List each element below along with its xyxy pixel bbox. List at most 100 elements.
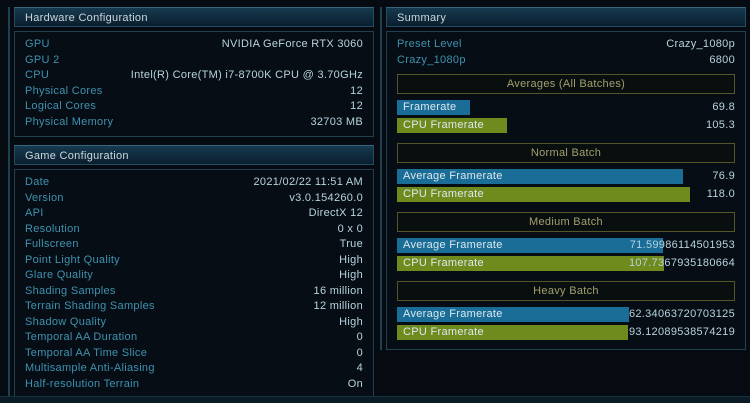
- bar-value: 71.59986114501953: [629, 239, 735, 251]
- game-row-value: True: [339, 238, 363, 250]
- cpu-framerate-bar: CPU Framerate: [397, 118, 507, 133]
- game-row-value: DirectX 12: [308, 207, 363, 219]
- hardware-configuration-header: Hardware Configuration: [14, 7, 374, 27]
- game-row: Multisample Anti-Aliasing 4: [25, 361, 363, 377]
- framerate-bar: Framerate: [397, 100, 470, 115]
- game-row-value: High: [339, 315, 363, 328]
- cpu-framerate-bar: CPU Framerate: [397, 187, 690, 202]
- bar-row-cpu-framerate: CPU Framerate 105.3: [397, 118, 735, 133]
- bar-value: 105.3: [705, 119, 735, 131]
- hardware-game-panel: Hardware Configuration GPU NVIDIA GeForc…: [8, 7, 374, 399]
- game-row-value: 0: [356, 331, 363, 343]
- summary-header: Summary: [386, 7, 746, 27]
- game-row-value: On: [347, 377, 363, 390]
- game-configuration-box: Date 2021/02/22 11:51 AM Version v3.0.15…: [14, 169, 374, 399]
- summary-info-rows: Preset Level Crazy_1080p Crazy_1080p 680…: [397, 37, 735, 68]
- game-row-value: v3.0.154260.0: [289, 191, 363, 204]
- game-row-value: High: [339, 269, 363, 281]
- bar-value: 76.9: [712, 170, 735, 182]
- game-row-label: Terrain Shading Samples: [25, 300, 155, 312]
- hardware-row-label: CPU: [25, 69, 50, 81]
- summary-box: Preset Level Crazy_1080p Crazy_1080p 680…: [386, 31, 746, 350]
- hardware-row: Physical Memory 32703 MB: [25, 115, 363, 131]
- game-row: Resolution 0 x 0: [25, 222, 363, 238]
- game-row-label: Shadow Quality: [25, 315, 107, 328]
- game-row: Terrain Shading Samples 12 million: [25, 299, 363, 315]
- hardware-row-label: Physical Cores: [25, 84, 103, 97]
- hardware-row: GPU NVIDIA GeForce RTX 3060: [25, 37, 363, 53]
- average-framerate-bar: Average Framerate: [397, 169, 683, 184]
- game-row-label: Point Light Quality: [25, 253, 120, 266]
- game-row: Version v3.0.154260.0: [25, 191, 363, 207]
- game-row-value: 0 x 0: [337, 222, 363, 235]
- bar-label: CPU Framerate: [403, 188, 484, 200]
- summary-info-value: Crazy_1080p: [666, 38, 735, 50]
- hardware-row-value: 12: [350, 84, 363, 97]
- hardware-row: GPU 2: [25, 53, 363, 69]
- game-row: Half-resolution Terrain On: [25, 377, 363, 393]
- game-row: API DirectX 12: [25, 206, 363, 222]
- summary-info-row: Crazy_1080p 6800: [397, 53, 735, 69]
- game-row-value: 2021/02/22 11:51 AM: [253, 176, 363, 188]
- game-row-label: Shading Samples: [25, 284, 116, 297]
- game-row: Temporal AA Time Slice 0: [25, 346, 363, 362]
- hardware-configuration-box: GPU NVIDIA GeForce RTX 3060 GPU 2 CPU In…: [14, 31, 374, 137]
- game-configuration-header: Game Configuration: [14, 145, 374, 165]
- averages-all-batches-heading: Averages (All Batches): [397, 74, 735, 94]
- game-row-label: Temporal AA Duration: [25, 331, 138, 343]
- summary-info-label: Preset Level: [397, 38, 462, 50]
- game-row-value: 12 million: [313, 300, 363, 312]
- game-row-label: Date: [25, 176, 50, 188]
- game-row: Glare Quality High: [25, 268, 363, 284]
- hardware-row-value: 32703 MB: [310, 115, 363, 128]
- bar-row-cpu-framerate: CPU Framerate 118.0: [397, 187, 735, 202]
- summary-info-label: Crazy_1080p: [397, 53, 466, 66]
- game-row-label: Resolution: [25, 222, 80, 235]
- hardware-row-label: GPU 2: [25, 53, 60, 66]
- average-framerate-bar: Average Framerate: [397, 238, 663, 253]
- bar-row-framerate: Framerate 69.8: [397, 100, 735, 115]
- normal-batch-heading: Normal Batch: [397, 143, 735, 163]
- bar-row-avg-framerate: Average Framerate 71.59986114501953: [397, 238, 735, 253]
- game-row: Point Light Quality High: [25, 253, 363, 269]
- bar-row-avg-framerate: Average Framerate 76.9: [397, 169, 735, 184]
- hardware-row-value: Intel(R) Core(TM) i7-8700K CPU @ 3.70GHz: [130, 69, 363, 81]
- game-row-label: Temporal AA Time Slice: [25, 346, 148, 359]
- game-row-label: API: [25, 207, 44, 219]
- bar-value: 62.34063720703125: [628, 308, 735, 320]
- game-row-label: Glare Quality: [25, 269, 94, 281]
- hardware-row: Physical Cores 12: [25, 84, 363, 100]
- bar-row-avg-framerate: Average Framerate 62.34063720703125: [397, 307, 735, 322]
- medium-batch-heading: Medium Batch: [397, 212, 735, 232]
- bar-label: Average Framerate: [403, 170, 503, 182]
- bar-value: 93.12089538574219: [628, 326, 735, 338]
- bar-label: CPU Framerate: [403, 326, 484, 338]
- game-row-label: Half-resolution Terrain: [25, 377, 140, 390]
- bar-label: CPU Framerate: [403, 119, 484, 131]
- summary-info-value: 6800: [709, 53, 735, 66]
- bar-label: Framerate: [403, 101, 457, 113]
- bar-row-cpu-framerate: CPU Framerate 93.12089538574219: [397, 325, 735, 340]
- game-row-value: High: [339, 253, 363, 266]
- hardware-row-label: Physical Memory: [25, 115, 114, 128]
- hardware-row: Logical Cores 12: [25, 99, 363, 115]
- summary-panel: Summary Preset Level Crazy_1080p Crazy_1…: [380, 7, 746, 350]
- bar-label: CPU Framerate: [403, 257, 484, 269]
- game-row-label: Fullscreen: [25, 238, 79, 250]
- bar-value: 69.8: [712, 101, 735, 113]
- game-row-value: 0: [356, 346, 363, 359]
- game-row-value: 16 million: [313, 284, 363, 297]
- bar-value: 107.7367935180664: [628, 257, 735, 269]
- hardware-row-value: 12: [350, 100, 363, 112]
- summary-info-row: Preset Level Crazy_1080p: [397, 37, 735, 53]
- game-row-label: Multisample Anti-Aliasing: [25, 362, 155, 374]
- hardware-row-label: GPU: [25, 38, 50, 50]
- window-bottom-edge: [0, 396, 750, 403]
- game-row: Shadow Quality High: [25, 315, 363, 331]
- bar-value: 118.0: [706, 188, 735, 200]
- game-row: Shading Samples 16 million: [25, 284, 363, 300]
- heavy-batch-heading: Heavy Batch: [397, 281, 735, 301]
- cpu-framerate-bar: CPU Framerate: [397, 325, 628, 340]
- cpu-framerate-bar: CPU Framerate: [397, 256, 664, 271]
- bar-label: Average Framerate: [403, 239, 503, 251]
